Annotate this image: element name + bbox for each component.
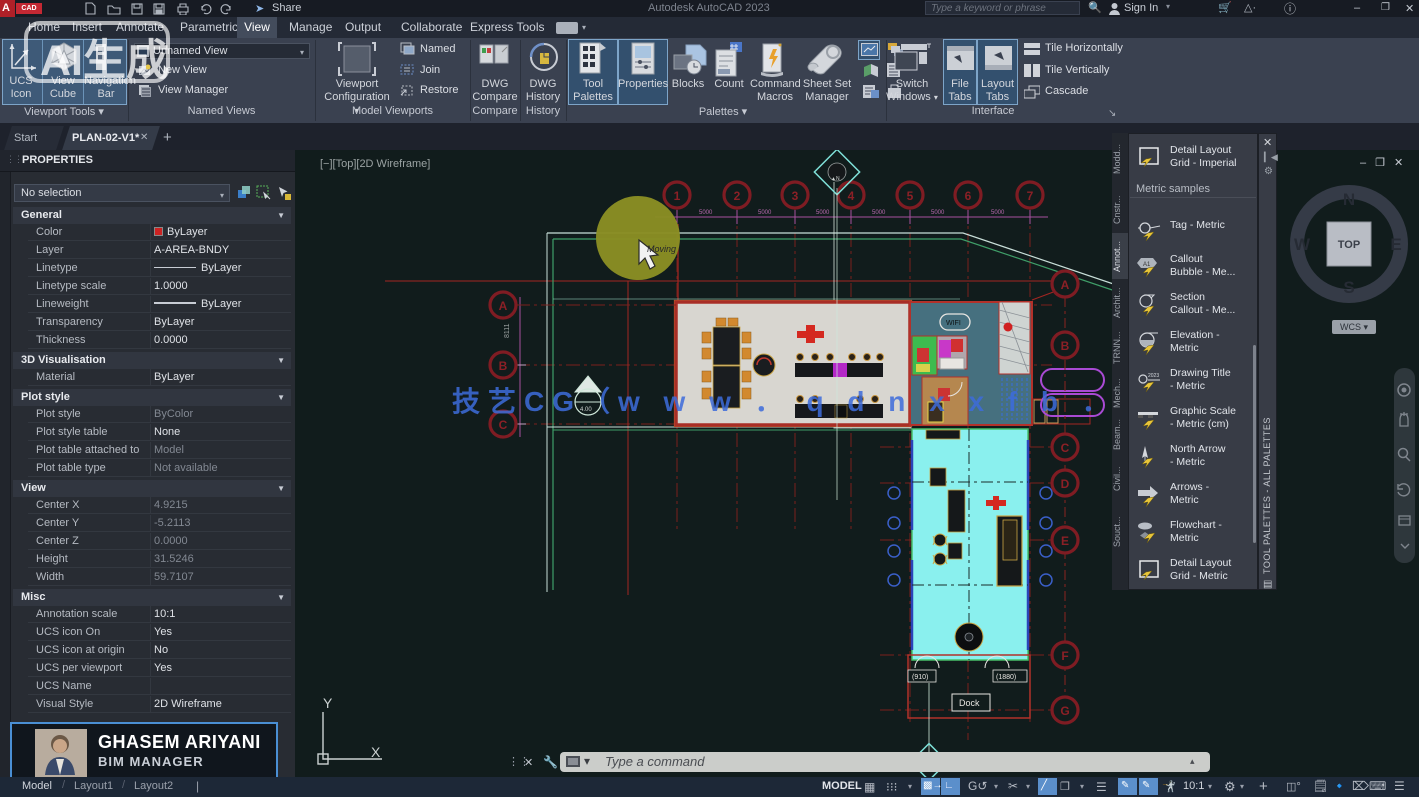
svg-text:X: X [371, 744, 381, 760]
svg-text:2: 2 [734, 189, 741, 203]
svg-text:8111: 8111 [504, 323, 511, 338]
svg-text:E: E [1061, 534, 1069, 548]
svg-text:D: D [1061, 477, 1070, 491]
svg-text:▲N: ▲N [831, 176, 840, 182]
svg-text:4: 4 [848, 189, 855, 203]
svg-text:TOP: TOP [1338, 239, 1360, 251]
svg-text:A1: A1 [1143, 262, 1151, 268]
svg-text:5000: 5000 [758, 210, 772, 216]
svg-text:B: B [499, 359, 508, 373]
svg-text:5000: 5000 [991, 210, 1005, 216]
svg-text:S: S [1343, 278, 1354, 297]
svg-text:3: 3 [792, 189, 799, 203]
svg-text:7: 7 [1027, 189, 1034, 203]
svg-text:Y: Y [323, 695, 333, 711]
svg-text:A: A [499, 299, 508, 313]
svg-text:5000: 5000 [872, 210, 886, 216]
svg-text:Dock: Dock [959, 698, 980, 708]
svg-text:2023: 2023 [1148, 373, 1159, 379]
svg-text:W: W [1294, 235, 1311, 254]
svg-text:E: E [1390, 235, 1401, 254]
svg-text:6: 6 [965, 189, 972, 203]
svg-text:5000: 5000 [699, 210, 713, 216]
svg-text:B: B [1061, 339, 1070, 353]
svg-text:N: N [1343, 190, 1355, 209]
svg-text:C: C [499, 418, 508, 432]
svg-text:A: A [1061, 278, 1070, 292]
svg-text:(1880): (1880) [996, 674, 1016, 681]
svg-text:F: F [1061, 649, 1068, 663]
svg-text:WIFI: WIFI [946, 320, 961, 327]
svg-text:G: G [1060, 704, 1069, 718]
svg-text:5000: 5000 [816, 210, 830, 216]
svg-text:5000: 5000 [931, 210, 945, 216]
svg-text:(910): (910) [912, 674, 928, 681]
svg-text:5: 5 [907, 189, 914, 203]
svg-text:1: 1 [674, 189, 681, 203]
svg-text:C: C [1061, 441, 1070, 455]
